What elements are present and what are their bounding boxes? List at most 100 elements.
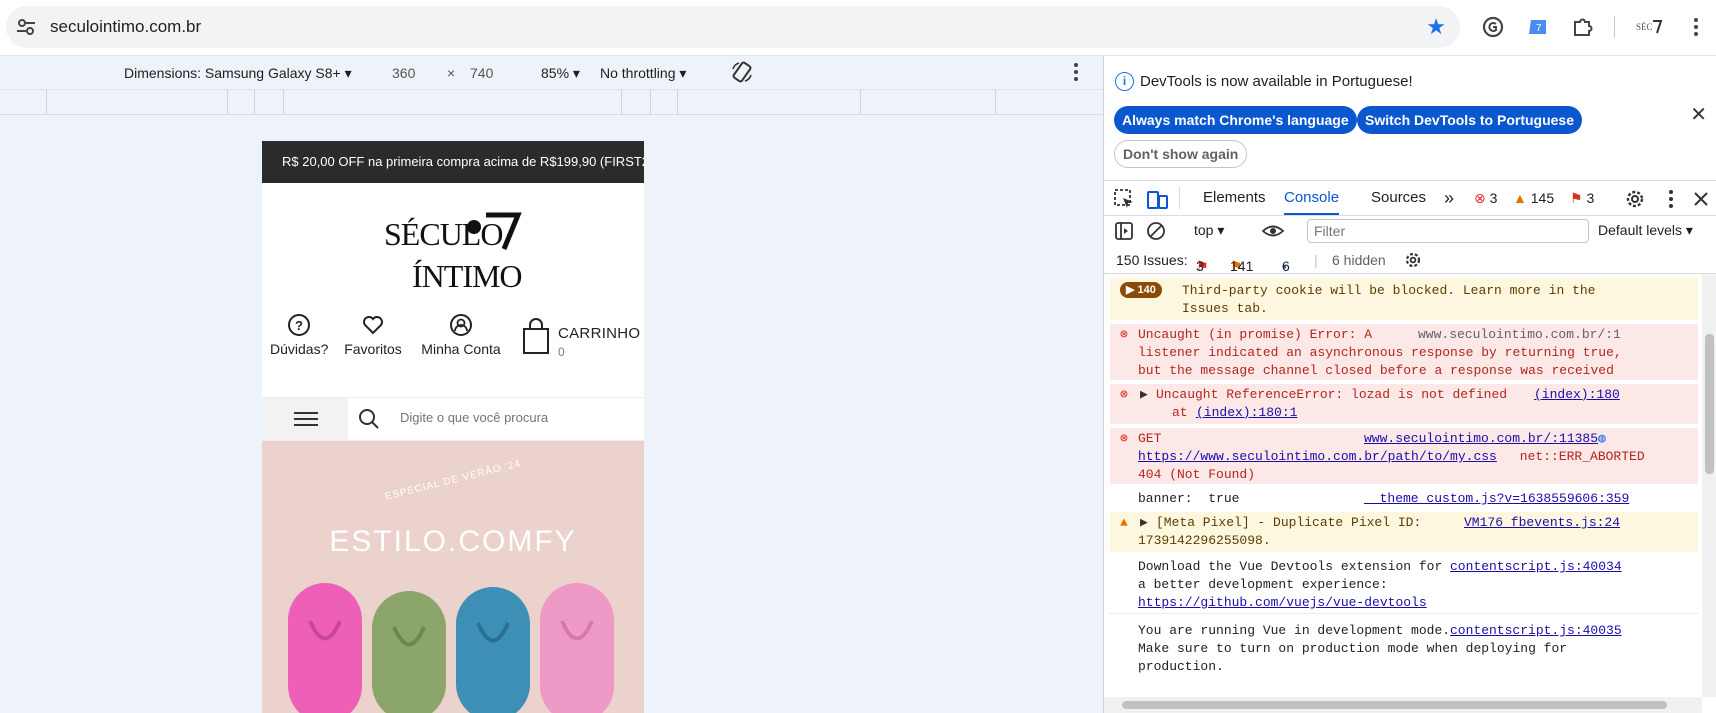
language-infobar: i DevTools is now available in Portugues… [1104,56,1716,180]
message-text: a better development experience: [1138,577,1388,592]
height-field[interactable]: 740 [470,65,493,81]
rotate-icon[interactable] [730,60,754,87]
tab-sources[interactable]: Sources [1371,181,1426,215]
hero-banner[interactable]: ESPECIAL DE VERÃO '24 ESTILO.COMFY [262,441,644,713]
device-viewport: R$ 20,00 OFF na primeira compra acima de… [262,141,644,713]
help-link[interactable]: ? Dúvidas? [270,313,328,357]
console-message-log[interactable]: You are running Vue in development mode.… [1110,620,1698,678]
help-icon: ? [288,314,310,336]
console-message-error[interactable]: ⊗ Uncaught (in promise) Error: A www.sec… [1110,324,1698,380]
message-text: Third-party cookie will be blocked. Lear… [1182,283,1596,298]
eye-icon[interactable] [1261,221,1285,241]
account-label: Minha Conta [421,341,501,357]
cart-link[interactable]: CARRINHO 0 [516,317,644,361]
grouped-count-badge[interactable]: ▶ 140 [1120,282,1162,298]
dont-show-again-button[interactable]: Don't show again [1114,140,1248,168]
message-text: production. [1138,659,1224,674]
tab-console[interactable]: Console [1284,181,1340,215]
stack-link[interactable]: (index):180:1 [1196,404,1297,422]
more-vert-icon[interactable] [1683,14,1709,40]
heart-icon [363,316,383,335]
tune-icon[interactable] [16,18,36,36]
issues-summary-bar[interactable]: 150 Issues: ⚑ 3 ⚑ 141 ▪ 6 | 6 hidden [1104,246,1716,274]
settings-gear-icon[interactable] [1624,188,1646,210]
throttling-select[interactable]: No throttling ▾ [600,65,686,82]
svg-text:7: 7 [1536,23,1542,34]
menu-hamburger-icon[interactable] [262,398,348,440]
dimensions-select[interactable]: Dimensions: Samsung Galaxy S8+ ▾ [124,65,352,82]
extensions-puzzle-icon[interactable] [1570,14,1596,40]
console-message-warning[interactable]: ▲ ▶ [Meta Pixel] - Duplicate Pixel ID: V… [1110,512,1698,552]
console-vertical-scrollbar[interactable] [1702,274,1716,697]
issues-badge[interactable]: ⚑ 3 [1570,190,1594,207]
media-query-ruler[interactable] [0,90,1103,115]
extension-7-icon[interactable]: 7 [1525,14,1551,40]
match-language-button[interactable]: Always match Chrome's language [1114,106,1357,134]
user-icon [450,314,472,336]
bookmark-star-icon[interactable]: ★ [1426,16,1446,38]
profile-avatar-icon[interactable]: SÉC [1634,14,1664,40]
log-levels-select[interactable]: Default levels ▾ [1598,222,1693,239]
promo-banner[interactable]: R$ 20,00 OFF na primeira compra acima de… [262,141,644,183]
site-logo[interactable]: SÉCULO ÍNTIMO [382,203,522,295]
svg-text:SÉC: SÉC [1636,22,1653,32]
console-filter-input[interactable] [1307,219,1589,243]
device-more-icon[interactable] [1073,62,1079,85]
favorites-link[interactable]: Favoritos [342,313,404,357]
site-search-input[interactable] [400,410,630,425]
source-link[interactable]: VM176 fbevents.js:24 [1464,514,1620,532]
svg-text:ÍNTIMO: ÍNTIMO [412,258,522,294]
expand-arrow-icon[interactable]: ▶ [1140,386,1148,404]
message-text: banner: true [1138,491,1240,506]
account-link[interactable]: Minha Conta [416,313,506,357]
source-link[interactable]: www.seculointimo.com.br/:1 [1418,326,1621,344]
omnibox[interactable]: seculointimo.com.br ★ [6,6,1460,48]
more-tabs-chevron-icon[interactable]: » [1444,181,1454,215]
source-link[interactable]: __theme_custom.js?v=1638559606:359 [1364,490,1629,508]
error-badge[interactable]: ⊗ 3 [1474,190,1497,207]
close-icon[interactable]: ✕ [1690,102,1707,127]
source-link[interactable]: contentscript.js:40035 [1450,622,1622,640]
width-field[interactable]: 360 [392,65,415,81]
sidebar-toggle-icon[interactable] [1114,221,1134,241]
device-toolbar: Dimensions: Samsung Galaxy S8+ ▾ 360 × 7… [0,56,1103,90]
resource-link[interactable]: https://www.seculointimo.com.br/path/to/… [1138,448,1497,466]
clear-console-icon[interactable] [1146,221,1166,241]
hidden-count: 6 hidden [1332,252,1386,268]
source-link[interactable]: (index):180 [1534,386,1620,404]
grammarly-extension-icon[interactable] [1480,14,1506,40]
console-message-log[interactable]: Download the Vue Devtools extension for … [1110,556,1698,614]
message-text: Download the Vue Devtools extension for [1138,559,1443,574]
banner-subtitle: ESPECIAL DE VERÃO '24 [383,458,523,503]
message-text: Uncaught (in promise) Error: A [1138,327,1373,342]
console-message-log[interactable]: banner: true __theme_custom.js?v=1638559… [1110,488,1698,510]
site-search-row [262,397,644,441]
console-settings-gear-icon[interactable] [1404,251,1422,269]
console-horizontal-scrollbar[interactable] [1104,697,1702,713]
warning-badge[interactable]: ▲ 145 [1513,190,1554,206]
switch-language-button[interactable]: Switch DevTools to Portuguese [1357,106,1582,134]
source-link[interactable]: contentscript.js:40034 [1450,558,1622,576]
tab-elements[interactable]: Elements [1203,181,1266,215]
external-link[interactable]: https://github.com/vuejs/vue-devtools [1138,594,1427,612]
inspect-element-icon[interactable] [1113,188,1135,210]
zoom-select[interactable]: 85% ▾ [541,65,580,82]
svg-text:?: ? [295,318,303,333]
search-icon[interactable] [358,408,380,430]
context-select[interactable]: top ▾ [1194,222,1224,239]
expand-arrow-icon[interactable]: ▶ [1140,514,1148,532]
device-toolbar-icon[interactable] [1146,188,1168,210]
devtools-more-icon[interactable] [1660,188,1682,210]
message-text: but the message channel closed before a … [1138,363,1614,378]
source-link[interactable]: www.seculointimo.com.br/:11385 [1364,430,1598,448]
close-devtools-icon[interactable] [1690,188,1712,210]
console-message-error[interactable]: ⊗ ▶ Uncaught ReferenceError: lozad is no… [1110,384,1698,424]
url-text[interactable]: seculointimo.com.br [50,17,201,37]
console-message-warning[interactable]: ▶ 140 Third-party cookie will be blocked… [1110,278,1698,320]
issues-total: 150 Issues: [1116,252,1188,268]
console-message-error[interactable]: ⊗ GET www.seculointimo.com.br/:11385 ◍ h… [1110,428,1698,484]
network-globe-icon[interactable]: ◍ [1598,430,1606,448]
browser-toolbar: seculointimo.com.br ★ 7 SÉC [0,0,1716,56]
slippers-image [288,583,614,713]
message-text: at [1172,405,1196,420]
